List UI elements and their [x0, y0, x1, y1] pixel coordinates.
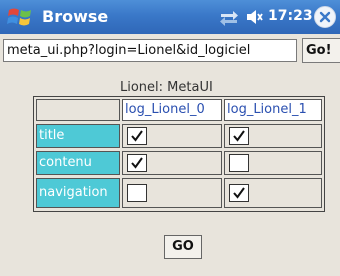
check-icon: [233, 130, 245, 142]
check-icon: [233, 187, 245, 199]
address-input[interactable]: meta_ui.php?login=Lionel&id_logiciel: [3, 39, 297, 62]
table-cell: [122, 151, 222, 175]
submit-button[interactable]: GO: [164, 235, 202, 259]
column-header: log_Lionel_1: [224, 99, 322, 121]
row-label: contenu: [36, 151, 120, 175]
table-cell: [224, 151, 322, 175]
close-button[interactable]: [314, 6, 336, 28]
go-button[interactable]: Go!: [302, 38, 340, 63]
table-cell: [224, 178, 322, 208]
clock[interactable]: 17:23: [268, 8, 313, 24]
check-icon: [131, 130, 143, 142]
checkbox[interactable]: [127, 184, 147, 202]
table-cell: [122, 124, 222, 148]
row-label: navigation: [36, 178, 120, 208]
checkbox[interactable]: [229, 127, 249, 145]
checkbox[interactable]: [229, 154, 249, 172]
page-heading: Lionel: MetaUI: [120, 80, 213, 95]
column-header: log_Lionel_0: [122, 99, 222, 121]
title-bar: Browse 17:23: [0, 0, 340, 34]
permissions-table: log_Lionel_0 log_Lionel_1 title contenu …: [33, 96, 325, 212]
connectivity-icon[interactable]: [218, 8, 240, 26]
corner-cell: [36, 99, 120, 121]
checkbox[interactable]: [127, 154, 147, 172]
checkbox[interactable]: [127, 127, 147, 145]
app-title: Browse: [42, 7, 109, 26]
windows-flag-icon[interactable]: [6, 5, 34, 29]
close-icon: [319, 11, 331, 23]
checkbox[interactable]: [229, 184, 249, 202]
table-cell: [224, 124, 322, 148]
speaker-icon[interactable]: [246, 9, 264, 25]
check-icon: [131, 157, 143, 169]
table-cell: [122, 178, 222, 208]
row-label: title: [36, 124, 120, 148]
